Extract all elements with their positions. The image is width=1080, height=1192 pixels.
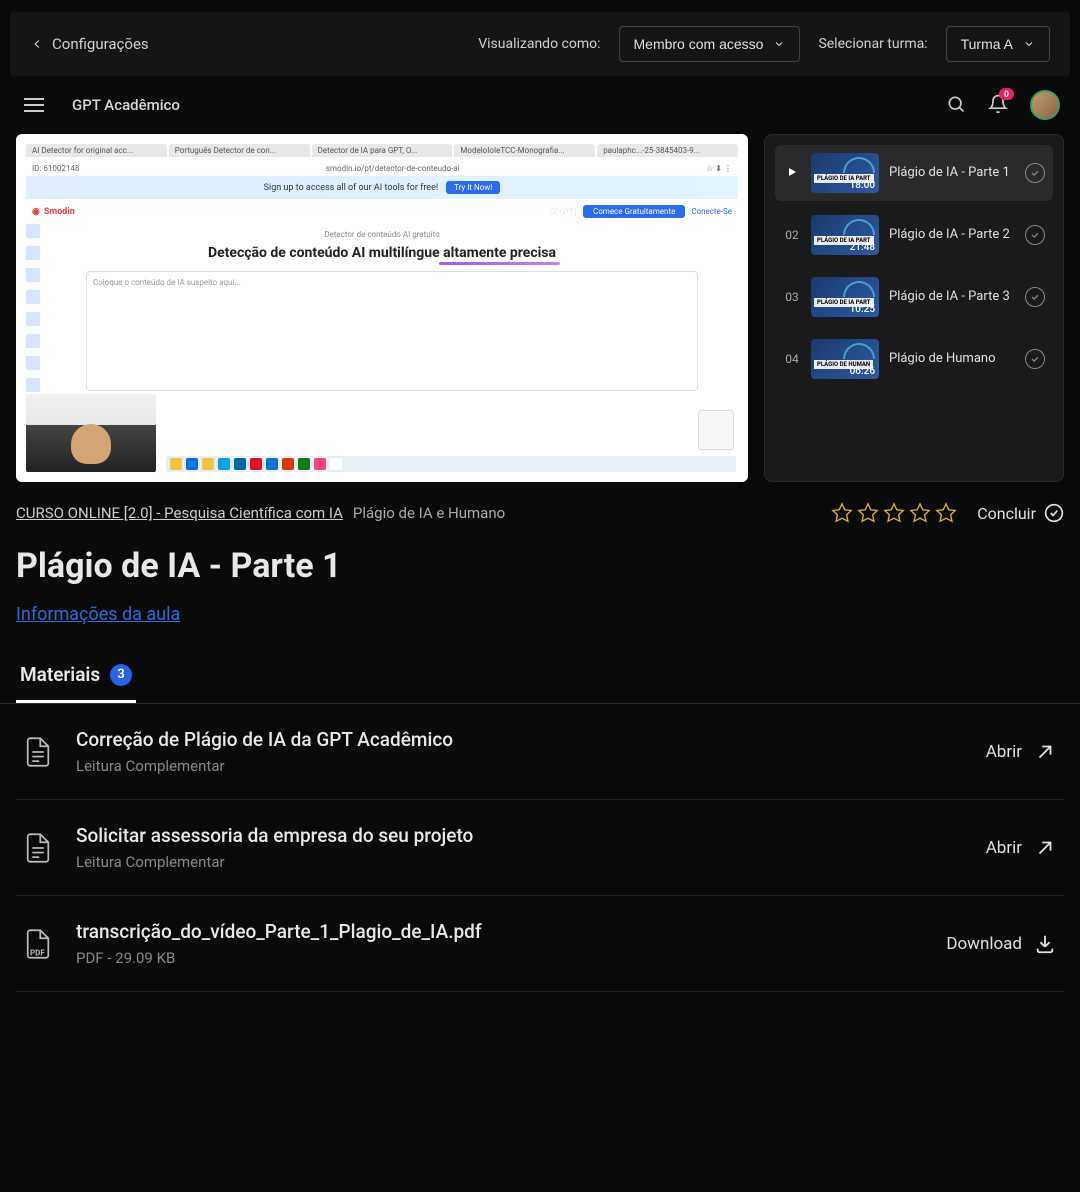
browser-tabs: AI Detector for original acc... Portuguê… xyxy=(26,144,738,157)
recaptcha-badge xyxy=(698,410,734,450)
material-title: transcrição_do_vídeo_Parte_1_Plagio_de_I… xyxy=(76,920,922,943)
back-to-config[interactable]: Configurações xyxy=(30,35,149,53)
chevron-left-icon xyxy=(30,37,44,51)
content-tabs: Materiais 3 xyxy=(0,649,1080,704)
windows-taskbar xyxy=(166,456,736,472)
material-action[interactable]: Abrir xyxy=(986,741,1056,763)
rating-stars[interactable] xyxy=(831,502,957,524)
playlist-title: Plágio de IA - Parte 3 xyxy=(889,289,1015,306)
breadcrumb: CURSO ONLINE [2.0] - Pesquisa Científica… xyxy=(16,504,505,522)
material-subtitle: Leitura Complementar xyxy=(76,853,962,871)
star-icon[interactable] xyxy=(909,502,931,524)
download-icon xyxy=(1034,933,1056,955)
play-icon xyxy=(786,166,798,178)
completion-check-icon[interactable] xyxy=(1025,163,1045,183)
conclude-button[interactable]: Concluir xyxy=(977,503,1064,523)
playlist-index: 04 xyxy=(783,352,801,366)
material-title: Correção de Plágio de IA da GPT Acadêmic… xyxy=(76,728,962,751)
playlist-item[interactable]: 04 PLÁGIO DE HUMAN 06:26 Plágio de Human… xyxy=(775,331,1053,387)
playlist-title: Plágio de Humano xyxy=(889,351,1015,368)
member-dropdown-value: Membro com acesso xyxy=(634,36,764,52)
playlist-index: 02 xyxy=(783,228,801,242)
smodin-sidebar-icons xyxy=(26,224,40,392)
material-subtitle: PDF - 29.09 KB xyxy=(76,949,922,967)
pdf-file-icon: PDF xyxy=(24,928,52,960)
completion-check-icon[interactable] xyxy=(1025,287,1045,307)
chevron-down-icon xyxy=(773,38,785,50)
lesson-info-link[interactable]: Informações da aula xyxy=(0,596,1080,649)
star-icon[interactable] xyxy=(883,502,905,524)
document-icon xyxy=(24,736,52,768)
material-item: PDF transcrição_do_vídeo_Parte_1_Plagio_… xyxy=(16,896,1064,992)
playlist-title: Plágio de IA - Parte 2 xyxy=(889,227,1015,244)
completion-check-icon[interactable] xyxy=(1025,349,1045,369)
app-title: GPT Acadêmico xyxy=(72,96,918,114)
search-icon xyxy=(946,94,966,114)
member-access-dropdown[interactable]: Membro com acesso xyxy=(619,26,801,62)
star-icon[interactable] xyxy=(935,502,957,524)
back-label: Configurações xyxy=(52,35,149,53)
playlist-title: Plágio de IA - Parte 1 xyxy=(889,165,1015,182)
material-title: Solicitar assessoria da empresa do seu p… xyxy=(76,824,962,847)
class-dropdown-value: Turma A xyxy=(961,36,1013,52)
material-action[interactable]: Download xyxy=(946,933,1056,955)
notifications-button[interactable]: 0 xyxy=(988,94,1008,117)
select-class-label: Selecionar turma: xyxy=(818,36,927,52)
star-icon[interactable] xyxy=(831,502,853,524)
lesson-title: Plágio de IA - Parte 1 xyxy=(0,532,1080,596)
breadcrumb-course[interactable]: CURSO ONLINE [2.0] - Pesquisa Científica… xyxy=(16,504,343,522)
completion-check-icon[interactable] xyxy=(1025,225,1045,245)
playlist-thumbnail: PLÁGIO DE IA PART 18:00 xyxy=(811,153,879,193)
playlist-thumbnail: PLÁGIO DE IA PART 10:25 xyxy=(811,277,879,317)
playlist-thumbnail: PLÁGIO DE HUMAN 06:26 xyxy=(811,339,879,379)
material-item: Solicitar assessoria da empresa do seu p… xyxy=(16,800,1064,896)
external-link-icon xyxy=(1034,837,1056,859)
materials-count-badge: 3 xyxy=(110,664,132,686)
playlist-item[interactable]: 03 PLÁGIO DE IA PART 10:25 Plágio de IA … xyxy=(775,269,1053,325)
search-button[interactable] xyxy=(946,94,966,117)
config-topbar: Configurações Visualizando como: Membro … xyxy=(10,12,1070,76)
tab-materials[interactable]: Materiais 3 xyxy=(16,649,136,703)
smodin-headline: Detecção de conteúdo AI multilíngue alta… xyxy=(66,245,698,261)
lesson-playlist[interactable]: PLÁGIO DE IA PART 18:00 Plágio de IA - P… xyxy=(764,134,1064,482)
star-icon[interactable] xyxy=(857,502,879,524)
material-subtitle: Leitura Complementar xyxy=(76,757,962,775)
material-item: Correção de Plágio de IA da GPT Acadêmic… xyxy=(16,704,1064,800)
user-avatar[interactable] xyxy=(1030,90,1060,120)
document-icon xyxy=(24,832,52,864)
class-dropdown[interactable]: Turma A xyxy=(946,26,1050,62)
smodin-textarea: Coloque o conteúdo de IA suspeito aqui..… xyxy=(86,271,698,391)
playlist-index: 03 xyxy=(783,290,801,304)
playlist-thumbnail: PLÁGIO DE IA PART 21:48 xyxy=(811,215,879,255)
hamburger-menu[interactable] xyxy=(24,98,44,112)
video-player[interactable]: AI Detector for original acc... Portuguê… xyxy=(16,134,748,482)
app-header: GPT Acadêmico 0 xyxy=(0,76,1080,134)
presenter-webcam xyxy=(26,394,156,472)
external-link-icon xyxy=(1034,741,1056,763)
browser-url-bar: ID: 61002148 smodin.io/pt/detector-de-co… xyxy=(26,161,738,176)
smodin-banner: Sign up to access all of our AI tools fo… xyxy=(26,176,738,199)
check-circle-icon xyxy=(1044,503,1064,523)
notification-badge: 0 xyxy=(999,88,1014,100)
material-action[interactable]: Abrir xyxy=(986,837,1056,859)
playlist-item[interactable]: PLÁGIO DE IA PART 18:00 Plágio de IA - P… xyxy=(775,145,1053,201)
materials-list: Correção de Plágio de IA da GPT Acadêmic… xyxy=(0,704,1080,992)
breadcrumb-module: Plágio de IA e Humano xyxy=(353,504,505,522)
viewing-as-label: Visualizando como: xyxy=(478,36,600,52)
smodin-logo: ◉ Smodin xyxy=(32,207,75,217)
svg-text:PDF: PDF xyxy=(30,948,45,957)
chevron-down-icon xyxy=(1023,38,1035,50)
playlist-index xyxy=(783,166,801,181)
playlist-item[interactable]: 02 PLÁGIO DE IA PART 21:48 Plágio de IA … xyxy=(775,207,1053,263)
